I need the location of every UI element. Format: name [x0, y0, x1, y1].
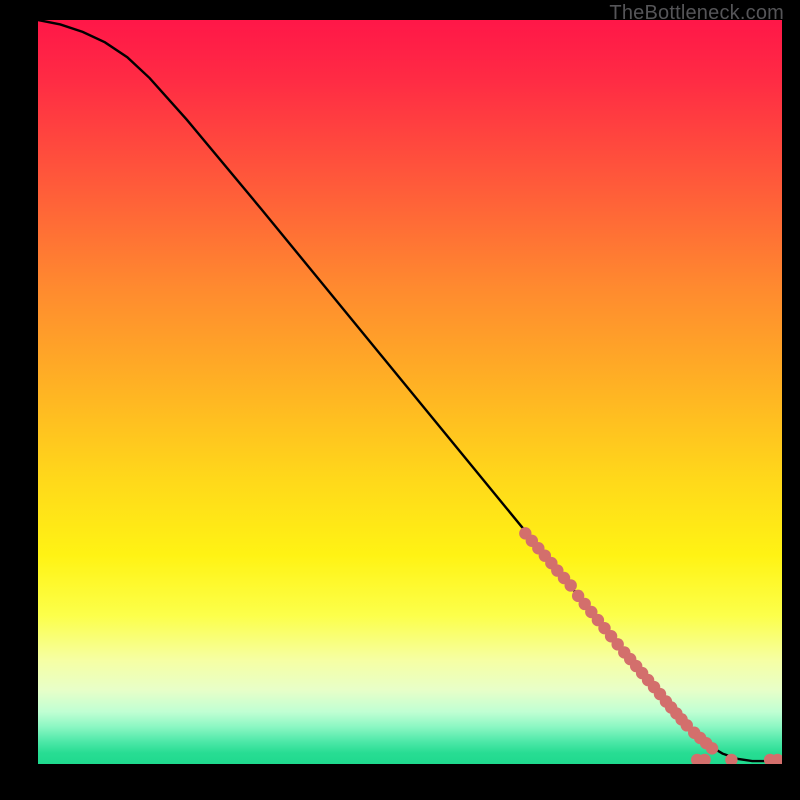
chart-stage: TheBottleneck.com [0, 0, 800, 800]
data-marker [706, 742, 718, 754]
curve-line [38, 20, 782, 761]
plot-area [38, 20, 782, 764]
chart-svg [38, 20, 782, 764]
data-marker [565, 579, 577, 591]
